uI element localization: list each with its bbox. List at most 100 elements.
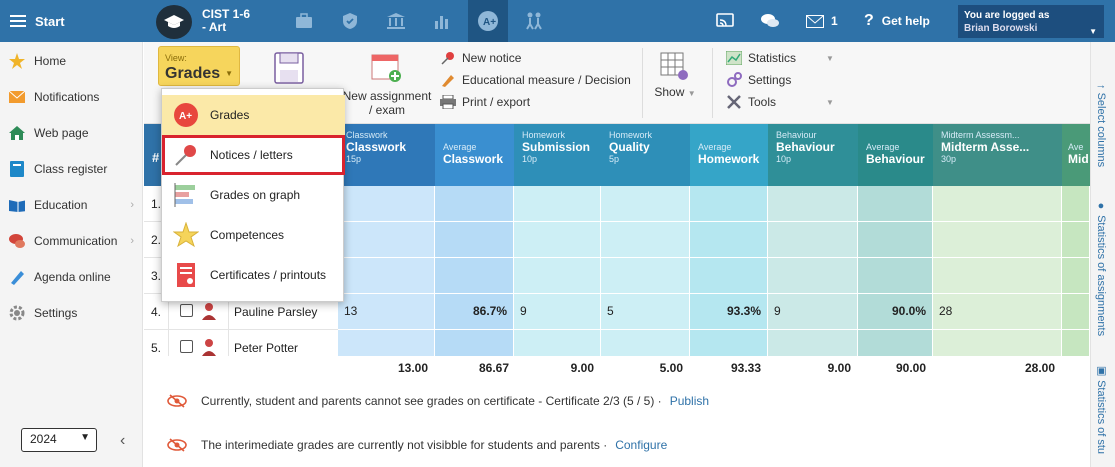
view-dropdown-menu: A+ Grades Notices / letters Grades on gr… [161, 88, 345, 302]
institution-icon[interactable] [376, 0, 416, 42]
pen-edit-icon [440, 72, 456, 88]
menu-item-label: Grades on graph [210, 188, 301, 202]
sidebar-item-agenda-online[interactable]: Agenda online [0, 259, 142, 295]
total-value: 9.00 [827, 361, 851, 375]
column-header[interactable]: Average Classwork [435, 124, 514, 186]
sidebar-item-communication[interactable]: Communication › [0, 223, 142, 259]
save-icon[interactable] [274, 52, 304, 86]
graph-bars-icon [172, 181, 200, 209]
notice-text: The interimediate grades are currently n… [201, 438, 608, 452]
grades-icon[interactable]: A+ [468, 0, 508, 42]
show-button[interactable]: Show ▼ [650, 52, 700, 99]
sidebar-item-web-page[interactable]: Web page [0, 115, 142, 151]
collapse-sidebar-icon[interactable]: ‹ [120, 432, 125, 450]
total-value: 93.33 [730, 361, 761, 375]
column-midterm[interactable]: Midterm Assessm... Midterm Asse... 30p 28 [933, 124, 1062, 356]
walking-kids-icon[interactable] [514, 0, 554, 42]
new-notice-button[interactable]: New notice [440, 48, 521, 68]
settings-button[interactable]: Settings [726, 70, 791, 90]
statistics-button[interactable]: Statistics ▼ [726, 48, 834, 68]
get-help-button[interactable]: ? Get help [864, 0, 930, 42]
column-average-homework[interactable]: Average Homework 93.3% [690, 124, 768, 356]
grade-cell[interactable]: 5 [601, 294, 690, 330]
column-quality[interactable]: Homework Quality 5p 5 [601, 124, 690, 356]
row-checkbox[interactable] [180, 304, 193, 317]
column-classwork[interactable]: Classwork Classwork 15p 13 [338, 124, 435, 356]
get-help-label: Get help [881, 14, 930, 28]
year-select[interactable]: 2024 ▼ [21, 428, 97, 452]
column-average-behaviour[interactable]: Average Behaviour 90.0% [858, 124, 933, 356]
menu-item-notices-letters[interactable]: Notices / letters [162, 135, 345, 175]
sidebar-item-label: Class register [34, 162, 108, 176]
grade-cell[interactable]: 9 [514, 294, 601, 330]
user-menu[interactable]: You are logged as Brian Borowski ▼ [958, 5, 1104, 38]
column-average-classwork[interactable]: Average Classwork 86.7% [435, 124, 514, 356]
student-name[interactable]: Peter Potter [234, 341, 298, 355]
cast-icon[interactable] [716, 0, 734, 42]
tab-statistics-assignments[interactable]: ● Statistics of assignments [1095, 200, 1107, 336]
grade-cell[interactable]: 9 [768, 294, 858, 330]
shield-icon[interactable] [330, 0, 370, 42]
star-icon [9, 53, 25, 69]
start-menu-button[interactable]: Start [0, 0, 145, 42]
column-header[interactable]: Average Homework [690, 124, 768, 186]
sidebar-item-class-register[interactable]: Class register [0, 151, 142, 187]
row-checkbox[interactable] [180, 340, 193, 353]
chevron-right-icon: › [130, 235, 134, 247]
pushpin-icon [440, 50, 456, 66]
view-selector-button[interactable]: View: Grades ▼ [158, 46, 240, 86]
chevron-down-icon: ▼ [80, 432, 90, 443]
menu-item-grades-on-graph[interactable]: Grades on graph [162, 175, 345, 215]
sidebar-item-education[interactable]: Education › [0, 187, 142, 223]
view-value: Grades [165, 65, 221, 82]
chevron-right-icon: › [130, 199, 134, 211]
toolbar-divider [642, 48, 643, 118]
chat-icon [9, 233, 25, 249]
sidebar-item-label: Home [34, 54, 67, 68]
new-assignment-button[interactable]: New assignment / exam [340, 52, 434, 117]
menu-item-certificates[interactable]: Certificates / printouts [162, 255, 345, 295]
column-header[interactable]: Average Behaviour [858, 124, 933, 186]
student-name[interactable]: Pauline Parsley [234, 305, 317, 319]
column-submission[interactable]: Homework Submission 10p 9 [514, 124, 601, 356]
column-header[interactable]: Classwork Classwork 15p [338, 124, 435, 186]
sidebar-item-label: Education [34, 198, 88, 212]
sidebar: Home Notifications Web page Class regist… [0, 42, 143, 467]
grade-cell[interactable]: 13 [338, 294, 435, 330]
column-header[interactable]: Behaviour Behaviour 10p [768, 124, 858, 186]
pushpin-icon [172, 141, 200, 169]
student-avatar-icon [202, 338, 216, 356]
column-header[interactable]: Ave Mid [1062, 124, 1090, 186]
tab-select-columns[interactable]: ↑ Select columns [1095, 84, 1107, 167]
column-header[interactable]: Midterm Assessm... Midterm Asse... 30p [933, 124, 1062, 186]
class-selector[interactable]: CIST 1-6 - Art [202, 8, 250, 34]
configure-link[interactable]: Configure [615, 438, 667, 452]
educational-measure-button[interactable]: Educational measure / Decision [440, 70, 631, 90]
chat-bubbles-icon[interactable] [760, 0, 780, 42]
column-header[interactable]: Homework Quality 5p [601, 124, 690, 186]
menu-item-competences[interactable]: Competences [162, 215, 345, 255]
row-number: 1. [151, 197, 162, 211]
messages-button[interactable]: 1 [806, 0, 838, 42]
total-value: 5.00 [659, 361, 683, 375]
column-behaviour[interactable]: Behaviour Behaviour 10p 9 [768, 124, 858, 356]
row-number: 5. [151, 341, 162, 355]
tools-button[interactable]: Tools ▼ [726, 92, 834, 112]
sidebar-item-label: Notifications [34, 90, 100, 104]
bar-chart-icon[interactable] [422, 0, 462, 42]
total-value: 9.00 [570, 361, 594, 375]
total-value: 86.67 [478, 361, 509, 375]
column-header[interactable]: Homework Submission 10p [514, 124, 601, 186]
column-average-midterm[interactable]: Ave Mid [1062, 124, 1090, 356]
briefcase-icon[interactable] [284, 0, 324, 42]
graduation-cap-icon[interactable] [156, 5, 192, 39]
grid-settings-icon [660, 52, 688, 80]
tab-statistics-students[interactable]: ▣ Statistics of stu [1095, 364, 1108, 454]
menu-item-grades[interactable]: A+ Grades [162, 95, 345, 135]
grade-cell[interactable]: 28 [933, 294, 1062, 330]
sidebar-item-home[interactable]: Home [0, 43, 142, 79]
sidebar-item-settings[interactable]: Settings [0, 295, 142, 331]
print-export-button[interactable]: Print / export [440, 92, 530, 112]
sidebar-item-notifications[interactable]: Notifications [0, 79, 142, 115]
publish-link[interactable]: Publish [670, 394, 709, 408]
